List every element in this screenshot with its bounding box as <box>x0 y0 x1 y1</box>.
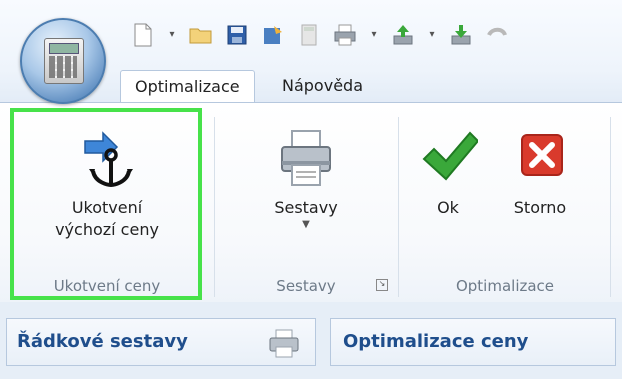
application-menu-button[interactable] <box>20 18 106 104</box>
group-separator <box>398 117 399 297</box>
cancel-button-label: Storno <box>513 198 567 217</box>
upload-icon[interactable] <box>390 22 416 48</box>
save-icon[interactable] <box>224 22 250 48</box>
undo-icon[interactable] <box>484 22 510 48</box>
group-separator <box>610 117 611 297</box>
printer-icon <box>276 125 336 189</box>
open-folder-icon[interactable] <box>188 22 214 48</box>
reports-button-label: Sestavy <box>274 198 338 217</box>
download-icon[interactable] <box>448 22 474 48</box>
tab-optimalizace[interactable]: Optimalizace <box>120 70 255 104</box>
ok-button-label: Ok <box>437 198 459 217</box>
reports-button[interactable]: Sestavy ▼ <box>216 117 396 257</box>
dropdown-arrow-icon[interactable]: ▾ <box>166 22 178 48</box>
group-label-optimalizace: Optimalizace <box>455 277 555 295</box>
panel-title-right: Optimalizace ceny <box>343 331 529 352</box>
optimization-panel-header: Optimalizace ceny <box>330 318 616 366</box>
reports-panel-header: Řádkové sestavy <box>6 318 316 366</box>
ribbon-panel: Ukotvení výchozí ceny Ukotvení ceny Sest… <box>0 102 622 304</box>
dialog-launcher-icon[interactable]: ↘ <box>376 279 388 291</box>
cancel-button[interactable]: Storno <box>494 117 586 257</box>
chevron-down-icon: ▼ <box>302 219 310 230</box>
new-document-icon[interactable] <box>130 22 156 48</box>
group-sestavy: Sestavy ▼ Sestavy ↘ <box>216 103 396 303</box>
anchor-button-label-line1: Ukotvení <box>71 198 143 217</box>
anchor-icon <box>77 125 137 189</box>
group-separator <box>214 117 215 297</box>
calculator-logo-icon <box>44 38 84 84</box>
bottom-panel-bar: Řádkové sestavy Optimalizace ceny <box>0 302 622 379</box>
group-label-sestavy: Sestavy <box>276 277 336 295</box>
cancel-icon <box>510 125 570 189</box>
panel-title-left: Řádkové sestavy <box>17 331 188 352</box>
anchor-default-price-button[interactable]: Ukotvení výchozí ceny <box>14 117 200 257</box>
quick-access-toolbar: ▾ ▾ ▾ <box>0 0 622 104</box>
group-label-ukotveni-ceny: Ukotvení ceny <box>53 277 161 295</box>
properties-icon[interactable] <box>260 22 286 48</box>
ok-button[interactable]: Ok <box>408 117 488 257</box>
print-icon[interactable] <box>332 22 358 48</box>
tab-napoveda[interactable]: Nápověda <box>268 70 377 102</box>
check-icon <box>418 125 480 189</box>
dropdown-arrow-icon[interactable]: ▾ <box>426 22 438 48</box>
dropdown-arrow-icon[interactable]: ▾ <box>368 22 380 48</box>
group-optimalizace: Ok Storno Optimalizace <box>400 103 610 303</box>
calculator-icon[interactable] <box>296 22 322 48</box>
printer-icon[interactable] <box>267 327 301 363</box>
group-ukotveni-ceny: Ukotvení výchozí ceny Ukotvení ceny <box>14 103 200 303</box>
anchor-button-label-line2: výchozí ceny <box>55 220 159 239</box>
